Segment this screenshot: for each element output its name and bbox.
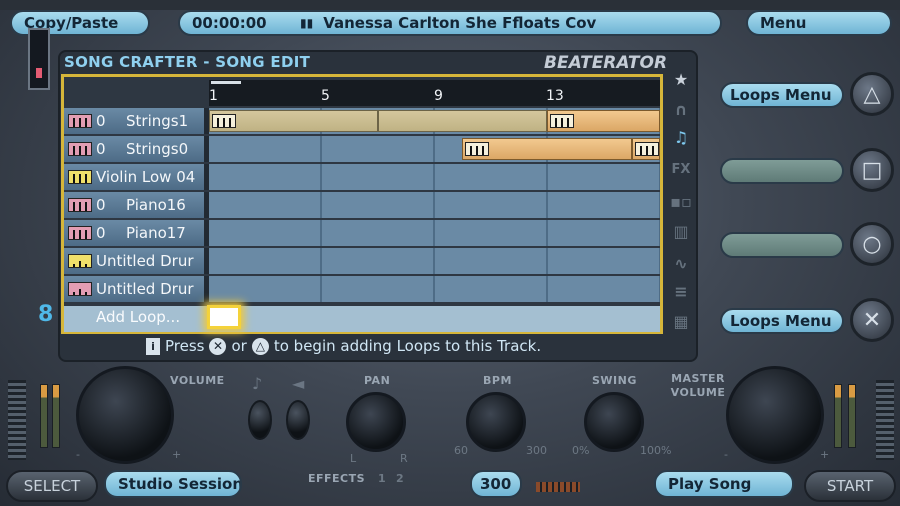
triangle-button[interactable]: △ [850,72,894,116]
song-info-bar: 00:00:00 ▮▮ Vanessa Carlton She Ffloats … [178,10,722,36]
wave-icon[interactable]: ∿ [669,254,693,274]
playhead-progress [211,81,241,84]
mute-icon: ♪ [252,374,263,393]
loops-menu-button[interactable]: Loops Menu [720,308,844,334]
play-song-button[interactable]: Play Song [654,470,794,498]
keyboard-side-icon[interactable]: ▥ [669,222,693,242]
speaker-grill-left [8,380,26,460]
track-lane[interactable] [209,276,660,302]
track-lane[interactable] [209,136,660,162]
loop-block[interactable] [547,110,660,132]
top-frame [0,0,900,10]
speaker-icon: ◄ [292,374,305,393]
track-row-name[interactable]: 0 Strings1 [64,108,204,134]
star-icon[interactable]: ★ [669,70,693,90]
time-display: 00:00:00 [192,14,267,32]
fx-icon[interactable]: FX [669,162,693,182]
keyboard-icon [68,114,92,128]
panel-title: SONG CRAFTER - SONG EDIT [64,53,311,71]
music-note-icon[interactable]: ♫ [669,128,693,148]
triangle-button-icon: △ [251,337,269,355]
pan-label: PAN [364,374,391,387]
master-volume-knob[interactable] [726,366,824,464]
studio-session-button[interactable]: Studio Session [104,470,242,498]
square-button[interactable]: □ [850,148,894,192]
drum-pattern-icon[interactable]: ▪▫ [669,192,693,212]
empty-slot[interactable] [720,232,844,258]
speaker-grill-right [876,380,894,460]
track-lane[interactable] [209,164,660,190]
volume-knob[interactable] [76,366,174,464]
swing-knob[interactable] [584,392,644,452]
volume-meter-left [40,384,48,448]
menu-label: Menu [760,14,807,32]
track-lane[interactable] [209,248,660,274]
activity-indicator [536,482,580,492]
track-row-name[interactable]: Untitled Drur [64,276,204,302]
timeline-ruler[interactable]: 1 5 9 13 [209,80,660,106]
volume-meter-right [834,384,842,448]
select-button[interactable]: SELECT [6,470,98,502]
keyboard-icon [68,142,92,156]
keyboard-icon [68,226,92,240]
loops-menu-button[interactable]: Loops Menu [720,82,844,108]
effect-toggle-1[interactable] [248,400,272,440]
brand-logo: BEATERATOR [544,53,668,73]
track-row-name[interactable]: Violin Low 04 [64,164,204,190]
track-row-name[interactable]: 0 Piano17 [64,220,204,246]
track-lane[interactable] [209,220,660,246]
ruler-tick: 9 [434,88,443,104]
effects-label: EFFECTS [308,472,366,485]
bpm-value[interactable]: 300 [470,470,522,498]
cross-button[interactable]: ✕ [850,298,894,342]
keyboard-icon [68,198,92,212]
keyboard-icon [68,170,92,184]
pan-knob[interactable] [346,392,406,452]
track-number: 8 [38,302,54,327]
effect-toggle-2[interactable] [286,400,310,440]
beaterator-app: Copy/Paste 00:00:00 ▮▮ Vanessa Carlton S… [0,0,900,506]
song-title: Vanessa Carlton She Ffloats Cov [323,14,597,32]
ruler-tick: 1 [209,88,218,104]
circle-button[interactable]: ○ [850,222,894,266]
loop-block[interactable] [632,138,660,160]
add-loop-label: Add Loop... [96,308,181,326]
info-icon: i [146,337,160,355]
track-lane[interactable] [209,192,660,218]
loop-block[interactable] [462,138,632,160]
bpm-label: BPM [483,374,512,387]
ruler-tick: 5 [321,88,330,104]
start-button[interactable]: START [804,470,896,502]
equalizer-icon[interactable]: ≡ [669,282,693,302]
cross-button-icon: ✕ [209,337,227,355]
swing-label: SWING [592,374,637,387]
selection-cursor[interactable] [207,305,241,329]
track-row-name[interactable]: 0 Piano16 [64,192,204,218]
track-row-name[interactable]: 0 Strings0 [64,136,204,162]
grid-icon[interactable]: ▦ [669,312,693,332]
track-lane[interactable] [209,108,660,134]
level-meter [28,28,50,90]
drum-icon [68,282,92,296]
track-row-name[interactable]: Untitled Drur [64,248,204,274]
headphones-icon[interactable]: ∩ [669,100,693,120]
drum-icon [68,254,92,268]
hint-bar: i Press ✕ or △ to begin adding Loops to … [146,337,541,355]
ruler-tick: 13 [546,88,564,104]
pause-icon: ▮▮ [300,16,314,30]
volume-meter-left [52,384,60,448]
volume-meter-right [848,384,856,448]
menu-button[interactable]: Menu [746,10,892,36]
volume-label: VOLUME [170,374,225,387]
empty-slot[interactable] [720,158,844,184]
master-volume-label: MASTER VOLUME [670,372,726,399]
bpm-knob[interactable] [466,392,526,452]
